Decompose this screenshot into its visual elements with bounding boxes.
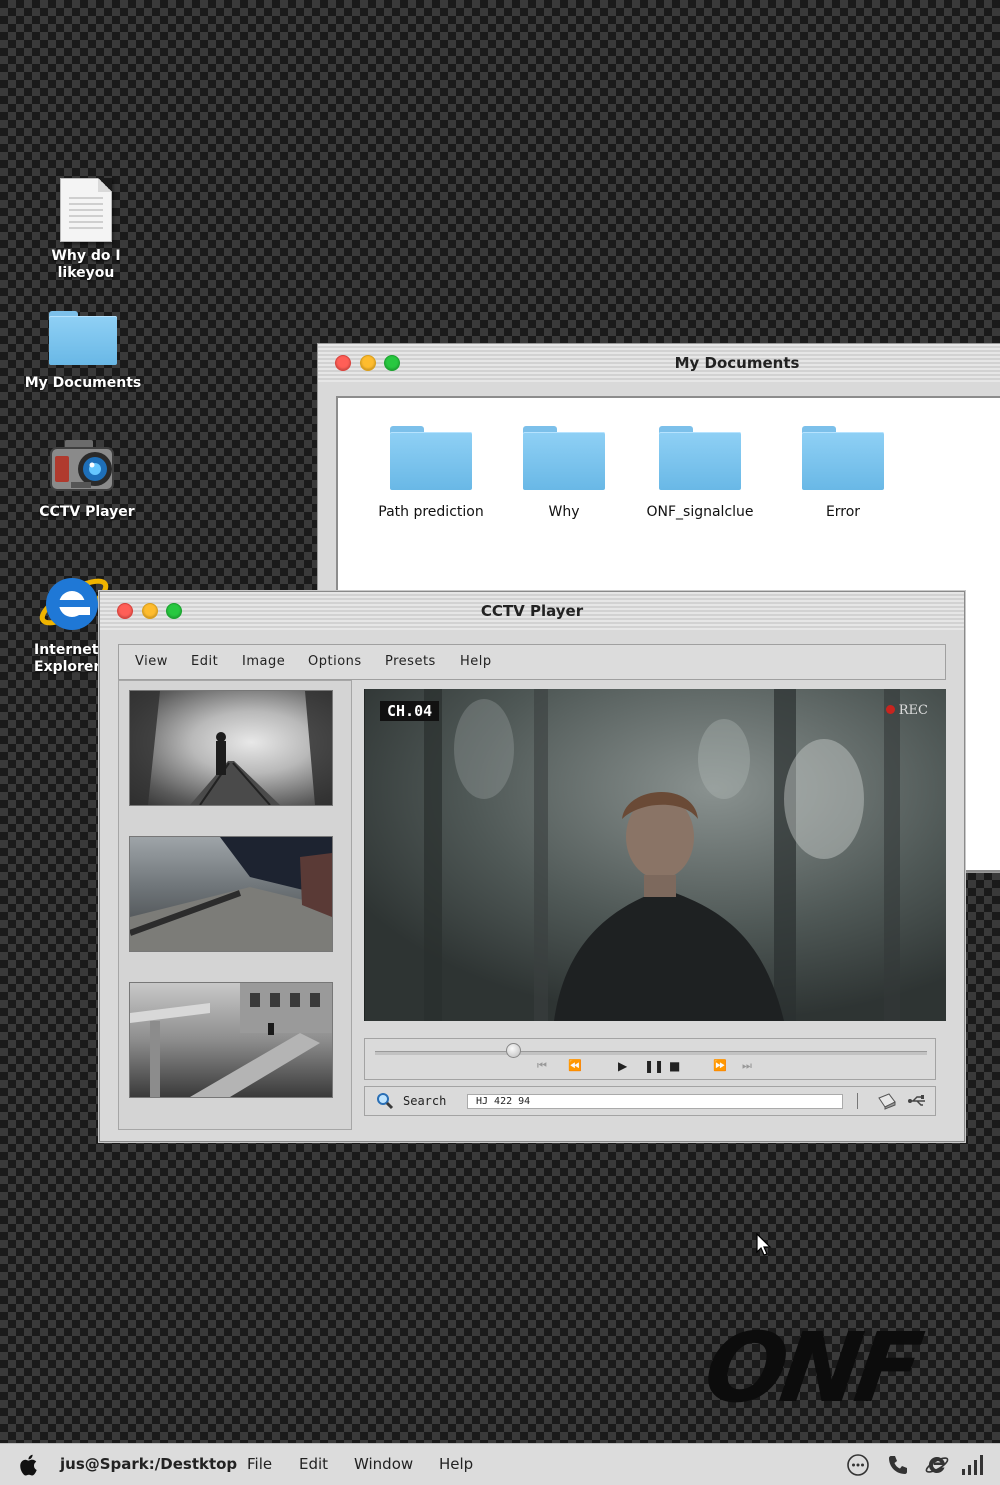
desktop-icon-label: My Documents <box>24 375 142 391</box>
folder-name: Error <box>825 504 861 520</box>
desktop-icon-my-documents[interactable]: My Documents <box>22 311 144 392</box>
more-icon[interactable] <box>846 1453 870 1477</box>
taskbar-path[interactable]: jus@Spark:/Destktop <box>60 1444 237 1485</box>
thumbnail-abandoned-station[interactable] <box>129 836 333 952</box>
phone-icon[interactable] <box>886 1453 910 1477</box>
desktop-icon-label: Why do I likeyou <box>51 248 121 281</box>
play-icon[interactable]: ▶ <box>618 1059 627 1073</box>
pause-icon[interactable]: ❚❚ <box>644 1059 664 1073</box>
desktop-icon-why-do-i-likeyou[interactable]: Why do I likeyou <box>22 178 150 282</box>
folder-icon <box>49 311 117 365</box>
window-titlebar[interactable]: My Documents <box>318 344 1000 382</box>
folder-icon <box>659 426 741 490</box>
seek-track[interactable] <box>375 1051 927 1055</box>
folder-item-error[interactable]: Error <box>763 426 923 520</box>
search-label: Search <box>403 1094 447 1108</box>
menu-options[interactable]: Options <box>308 645 362 679</box>
magnifier-icon <box>377 1093 394 1110</box>
internet-explorer-tray-icon[interactable] <box>924 1453 950 1477</box>
signal-strength-icon <box>962 1455 983 1475</box>
menu-help[interactable]: Help <box>460 645 492 679</box>
thumbnail-panel <box>118 680 352 1130</box>
camera-icon <box>49 438 125 496</box>
seek-handle[interactable] <box>506 1043 521 1058</box>
folder-name: ONF_signalclue <box>646 504 754 520</box>
desktop-icon-cctv-player[interactable]: CCTV Player <box>28 438 146 521</box>
channel-label: CH.04 <box>380 701 440 721</box>
cctv-player-window: CCTV Player View Edit Image Options Pres… <box>99 591 965 1142</box>
skip-forward-icon[interactable]: ⏭ <box>742 1059 752 1073</box>
skip-back-icon[interactable]: ⏮ <box>537 1059 547 1073</box>
menu-image[interactable]: Image <box>242 645 285 679</box>
rec-indicator: REC <box>886 703 928 718</box>
stop-icon[interactable]: ■ <box>669 1059 680 1073</box>
folder-item-onf-signalclue[interactable]: ONF_signalclue <box>620 426 780 520</box>
menu-bar: View Edit Image Options Presets Help <box>118 644 946 680</box>
window-title: My Documents <box>674 354 800 372</box>
mouse-cursor-icon <box>756 1233 772 1256</box>
menu-presets[interactable]: Presets <box>385 645 436 679</box>
internet-explorer-icon <box>34 562 109 632</box>
fast-forward-icon[interactable]: ⏩ <box>713 1059 727 1072</box>
usb-icon[interactable] <box>907 1094 929 1108</box>
folder-icon <box>802 426 884 490</box>
window-titlebar[interactable]: CCTV Player <box>100 592 964 630</box>
menu-view[interactable]: View <box>135 645 168 679</box>
taskbar-menu-help[interactable]: Help <box>439 1444 473 1485</box>
search-input[interactable] <box>467 1094 843 1109</box>
apple-logo-icon[interactable] <box>20 1453 40 1477</box>
menu-edit[interactable]: Edit <box>191 645 218 679</box>
desktop-icon-label: CCTV Player <box>39 504 135 520</box>
taskbar-menu-window[interactable]: Window <box>354 1444 413 1485</box>
search-bar: Search <box>364 1086 936 1116</box>
folder-icon <box>523 426 605 490</box>
divider <box>857 1093 858 1109</box>
taskbar-menu-file[interactable]: File <box>247 1444 272 1485</box>
window-title: CCTV Player <box>480 602 584 620</box>
folder-icon <box>390 426 472 490</box>
thumbnail-forest-tracks[interactable] <box>129 690 333 806</box>
document-icon <box>60 178 112 242</box>
playback-controls: ⏮ ⏪ ▶ ❚❚ ■ ⏩ ⏭ <box>364 1038 936 1080</box>
taskbar-menu-edit[interactable]: Edit <box>299 1444 328 1485</box>
rewind-icon[interactable]: ⏪ <box>568 1059 582 1072</box>
video-viewport[interactable]: CH.04 REC <box>364 689 946 1021</box>
video-frame <box>364 689 946 1021</box>
drive-icon[interactable] <box>877 1092 897 1110</box>
thumbnail-ruined-building[interactable] <box>129 982 333 1098</box>
taskbar: jus@Spark:/Destktop File Edit Window Hel… <box>0 1443 1000 1485</box>
onf-logo: ONF <box>698 1312 924 1424</box>
